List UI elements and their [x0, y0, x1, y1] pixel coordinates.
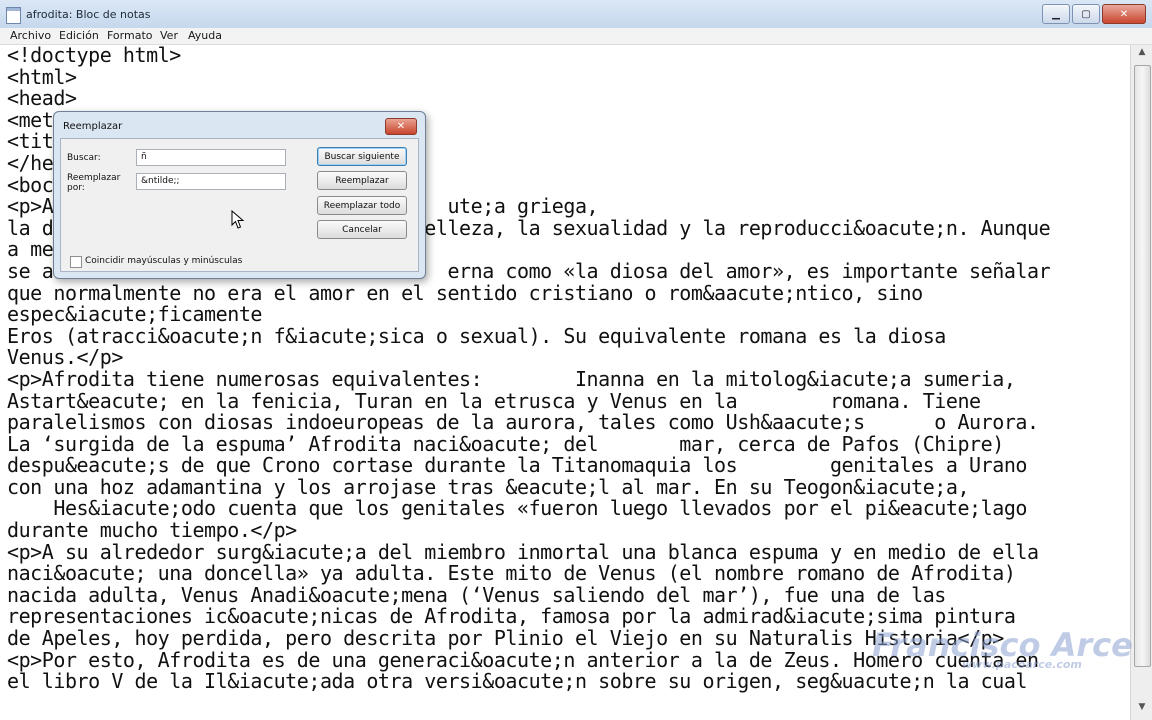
scroll-thumb[interactable]	[1134, 65, 1151, 667]
close-button[interactable]: ✕	[1102, 4, 1146, 24]
window-title: afrodita: Bloc de notas	[26, 8, 151, 21]
cancel-button[interactable]: Cancelar	[317, 220, 407, 239]
title-bar: afrodita: Bloc de notas ▁ ▢ ✕	[0, 0, 1152, 29]
window-controls: ▁ ▢ ✕	[1042, 4, 1146, 24]
replace-all-button[interactable]: Reemplazar todo	[317, 196, 407, 215]
watermark-url: www.pacoarce.com	[962, 658, 1082, 671]
find-next-button[interactable]: Buscar siguiente	[317, 147, 407, 166]
notepad-icon	[6, 7, 21, 24]
menu-formato[interactable]: Formato	[107, 29, 153, 42]
minimize-button[interactable]: ▁	[1042, 4, 1070, 24]
dialog-body: Buscar: ñ Reemplazar por: &ntilde;; Busc…	[60, 138, 419, 272]
menu-bar: Archivo Edición Formato Ver Ayuda	[0, 28, 1152, 45]
mouse-cursor-icon	[231, 210, 245, 229]
find-label: Buscar:	[67, 153, 101, 163]
menu-edicion[interactable]: Edición	[59, 29, 99, 42]
replace-label: Reemplazar por:	[67, 173, 121, 193]
vertical-scrollbar[interactable]: ▲ ▼	[1130, 45, 1152, 720]
maximize-button[interactable]: ▢	[1072, 4, 1100, 24]
replace-input[interactable]: &ntilde;;	[136, 173, 286, 190]
match-case-label: Coincidir mayúsculas y minúsculas	[85, 256, 243, 266]
replace-dialog: Reemplazar ✕ Buscar: ñ Reemplazar por: &…	[53, 111, 426, 279]
find-input[interactable]: ñ	[136, 149, 286, 166]
maximize-icon: ▢	[1081, 8, 1091, 20]
menu-ver[interactable]: Ver	[160, 29, 178, 42]
dialog-close-button[interactable]: ✕	[385, 118, 417, 135]
menu-ayuda[interactable]: Ayuda	[188, 29, 222, 42]
replace-button[interactable]: Reemplazar	[317, 171, 407, 190]
menu-archivo[interactable]: Archivo	[10, 29, 51, 42]
close-icon: ✕	[1119, 8, 1129, 20]
scroll-down-icon[interactable]: ▼	[1135, 702, 1149, 716]
scroll-up-icon[interactable]: ▲	[1135, 47, 1149, 61]
minimize-icon: ▁	[1052, 8, 1060, 20]
watermark-name: Francisco Arce	[872, 626, 1133, 664]
dialog-title: Reemplazar	[63, 121, 123, 132]
close-icon: ✕	[396, 121, 406, 132]
match-case-checkbox[interactable]	[70, 256, 82, 268]
watermark: Francisco Arce www.pacoarce.com	[872, 626, 1133, 671]
